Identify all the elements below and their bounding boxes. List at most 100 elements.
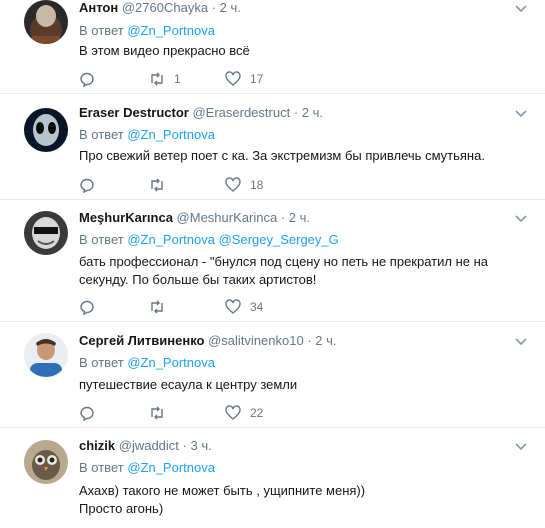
tweet[interactable]: Сергей Литвиненко @salitvinenko10 · 2 ч.… (0, 322, 545, 428)
reply-button[interactable] (79, 298, 95, 316)
reply-context: В ответ @Zn_Portnova (79, 23, 215, 38)
timestamp[interactable]: 2 ч. (302, 105, 323, 120)
mention-link[interactable]: @Sergey_Sergey_G (219, 232, 339, 247)
tweet-text-line: В этом видео прекрасно всё (79, 43, 250, 58)
tweet[interactable]: Антон @2760Chayka · 2 ч. В ответ @Zn_Por… (0, 0, 545, 94)
reply-button[interactable] (79, 176, 95, 194)
display-name[interactable]: chizik (79, 438, 115, 453)
tweet-header: MeşhurKarınca @MeshurKarinca · 2 ч. (79, 210, 310, 225)
retweet-button[interactable] (149, 404, 174, 422)
reply-button[interactable] (79, 404, 95, 422)
tweet[interactable]: Eraser Destructor @Eraserdestruct · 2 ч.… (0, 94, 545, 200)
tweet-actions: 18 (79, 176, 379, 194)
separator-dot: · (293, 105, 299, 120)
tweet-header: Сергей Литвиненко @salitvinenko10 · 2 ч. (79, 333, 337, 348)
tweet-actions: 34 (79, 298, 379, 316)
tweet-text: В этом видео прекрасно всё (79, 42, 519, 60)
heart-icon (225, 177, 241, 192)
chevron-down-icon[interactable] (514, 212, 528, 226)
like-count: 17 (250, 72, 264, 86)
tweet-text-line: бать профессионал - "бнулся под сцену но… (79, 254, 489, 269)
retweet-icon (151, 178, 163, 192)
reply-prefix: В ответ (79, 460, 124, 475)
reply-prefix: В ответ (79, 23, 124, 38)
username[interactable]: @salitvinenko10 (208, 333, 304, 348)
reply-prefix: В ответ (79, 355, 124, 370)
chevron-down-icon[interactable] (514, 107, 528, 121)
timestamp[interactable]: 3 ч. (191, 438, 212, 453)
tweet-text: бать профессионал - "бнулся под сцену но… (79, 253, 519, 289)
like-button[interactable]: 22 (225, 404, 263, 422)
like-button[interactable]: 34 (225, 298, 263, 316)
tweet-text-line: Про свежий ветер поет с ка. За экстремиз… (79, 148, 485, 163)
retweet-icon (151, 72, 163, 86)
tweet[interactable]: chizik @jwaddict · 3 ч. В ответ @Zn_Port… (0, 428, 545, 528)
reply-prefix: В ответ (79, 232, 124, 247)
username[interactable]: @2760Chayka (122, 0, 208, 15)
tweet-actions: 22 (79, 404, 379, 422)
avatar[interactable] (24, 440, 68, 484)
display-name[interactable]: Eraser Destructor (79, 105, 189, 120)
reply-context: В ответ @Zn_Portnova @Sergey_Sergey_G (79, 232, 339, 247)
retweet-button[interactable] (149, 298, 174, 316)
retweet-button[interactable] (149, 176, 174, 194)
avatar[interactable] (24, 333, 68, 377)
heart-icon (225, 299, 241, 314)
username[interactable]: @MeshurKarinca (177, 210, 278, 225)
chevron-down-icon[interactable] (514, 440, 528, 454)
display-name[interactable]: MeşhurKarınca (79, 210, 173, 225)
avatar[interactable] (24, 211, 68, 255)
tweet-header: chizik @jwaddict · 3 ч. (79, 438, 212, 453)
tweet-text-line: Просто агонь) (79, 501, 164, 516)
tweet-header: Антон @2760Chayka · 2 ч. (79, 0, 241, 15)
display-name[interactable]: Антон (79, 0, 118, 15)
heart-icon (225, 405, 241, 420)
reply-icon (80, 300, 94, 315)
retweet-count: 1 (174, 72, 181, 86)
like-count: 34 (250, 300, 264, 314)
tweet-text: путешествие есаула к центру земли (79, 376, 519, 394)
like-count: 18 (250, 178, 264, 192)
chevron-down-icon[interactable] (514, 335, 528, 349)
mention-link[interactable]: @Zn_Portnova (127, 127, 215, 142)
avatar[interactable] (24, 0, 68, 44)
mention-link[interactable]: @Zn_Portnova (127, 460, 215, 475)
tweet-header: Eraser Destructor @Eraserdestruct · 2 ч. (79, 105, 323, 120)
reply-button[interactable] (79, 70, 95, 88)
avatar[interactable] (24, 108, 68, 152)
separator-dot: · (280, 210, 286, 225)
reply-context: В ответ @Zn_Portnova (79, 127, 215, 142)
retweet-icon (151, 300, 163, 314)
tweet-text: Про свежий ветер поет с ка. За экстремиз… (79, 147, 519, 165)
reply-icon (80, 406, 94, 421)
reply-icon (80, 178, 94, 193)
display-name[interactable]: Сергей Литвиненко (79, 333, 204, 348)
tweet-text-line: секунду. По больше бы таких артистов! (79, 272, 317, 287)
like-button[interactable]: 18 (225, 176, 263, 194)
reply-context: В ответ @Zn_Portnova (79, 355, 215, 370)
username[interactable]: @Eraserdestruct (192, 105, 290, 120)
tweet-text: Ахахв) такого не может быть , ущипните м… (79, 482, 519, 518)
retweet-icon (151, 406, 163, 420)
like-count: 22 (250, 406, 264, 420)
reply-prefix: В ответ (79, 127, 124, 142)
mention-link[interactable]: @Zn_Portnova (127, 23, 215, 38)
reply-context: В ответ @Zn_Portnova (79, 460, 215, 475)
mention-link[interactable]: @Zn_Portnova (127, 232, 215, 247)
separator-dot: · (211, 0, 217, 15)
heart-icon (225, 71, 241, 86)
reply-icon (80, 72, 94, 87)
tweet[interactable]: MeşhurKarınca @MeshurKarinca · 2 ч. В от… (0, 200, 545, 322)
separator-dot: · (182, 438, 187, 453)
retweet-button[interactable]: 1 (149, 70, 181, 88)
timestamp[interactable]: 2 ч. (315, 333, 336, 348)
like-button[interactable]: 17 (225, 70, 263, 88)
chevron-down-icon[interactable] (514, 2, 528, 16)
tweet-actions: 1 17 (79, 70, 379, 88)
separator-dot: · (307, 333, 312, 348)
username[interactable]: @jwaddict (119, 438, 179, 453)
mention-link[interactable]: @Zn_Portnova (127, 355, 215, 370)
timestamp[interactable]: 2 ч. (220, 0, 241, 15)
tweet-text-line: путешествие есаула к центру земли (79, 377, 298, 392)
timestamp[interactable]: 2 ч. (289, 210, 310, 225)
